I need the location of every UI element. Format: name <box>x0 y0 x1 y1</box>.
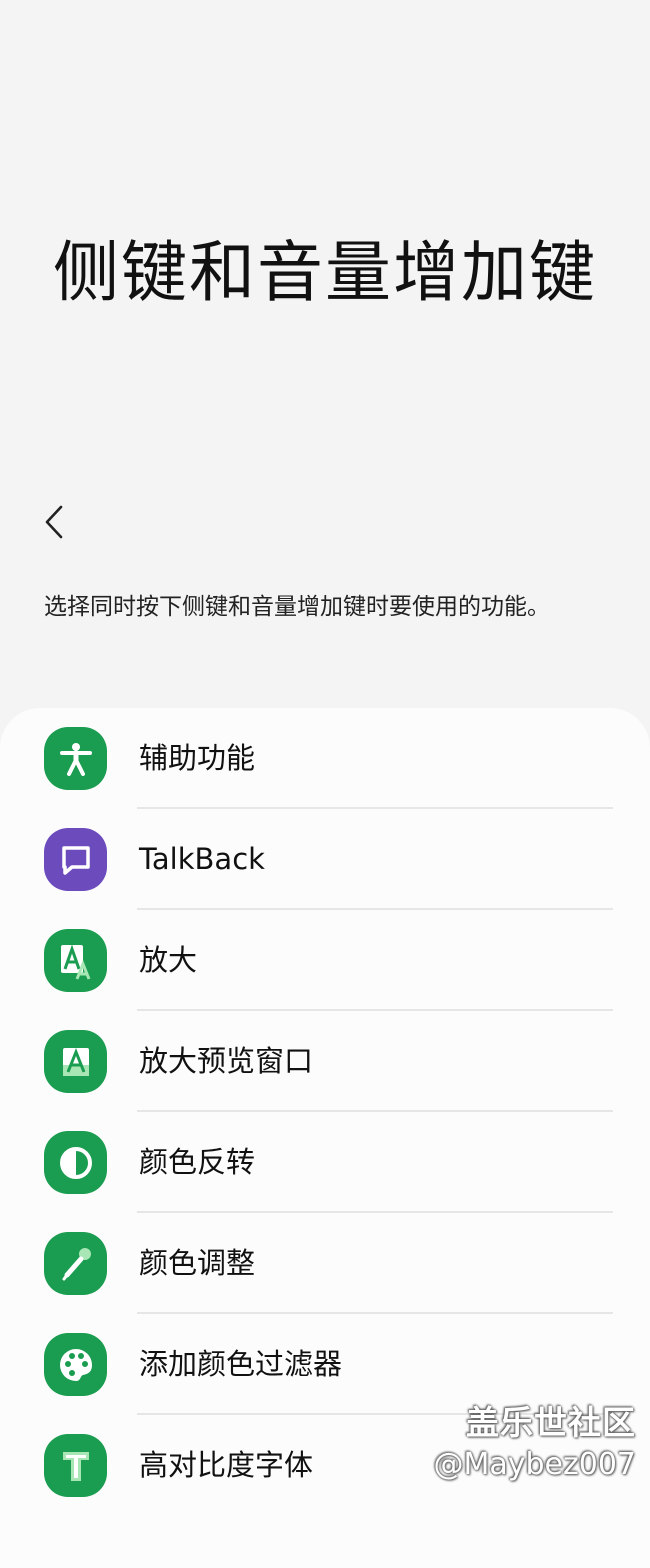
list-item-talkback[interactable]: TalkBack <box>0 809 650 910</box>
list-item-color-inversion[interactable]: 颜色反转 <box>0 1112 650 1213</box>
list-item-label: 颜色调整 <box>139 1246 256 1280</box>
eyedropper-icon <box>44 1232 107 1295</box>
letter-t-icon <box>44 1434 107 1497</box>
list-item-magnifier-window[interactable]: 放大预览窗口 <box>0 1011 650 1112</box>
list-item-label: TalkBack <box>139 842 265 876</box>
speech-bubble-icon <box>44 828 107 891</box>
list-item-label: 添加颜色过滤器 <box>139 1347 343 1381</box>
color-inversion-icon <box>44 1131 107 1194</box>
description-text: 选择同时按下侧键和音量增加键时要使用的功能。 <box>44 594 550 620</box>
list-item-label: 放大 <box>139 943 198 977</box>
page-title: 侧键和音量增加键 <box>53 234 597 311</box>
list-item-label: 放大预览窗口 <box>139 1044 314 1078</box>
magnify-letter-a-icon <box>44 929 107 992</box>
list-item-magnify[interactable]: 放大 <box>0 910 650 1011</box>
list-item-label: 颜色反转 <box>139 1145 256 1179</box>
watermark-logo: 盖乐世社区 <box>466 1403 636 1442</box>
watermark-user: @Maybez007 <box>433 1447 636 1482</box>
list-item-label: 辅助功能 <box>139 741 256 775</box>
accessibility-person-icon <box>44 727 107 790</box>
back-button[interactable] <box>26 492 86 552</box>
list-item-accessibility[interactable]: 辅助功能 <box>0 708 650 809</box>
palette-icon <box>44 1333 107 1396</box>
magnifier-window-letter-a-icon <box>44 1030 107 1093</box>
list-item-label: 高对比度字体 <box>139 1448 314 1482</box>
list-item-color-adjustment[interactable]: 颜色调整 <box>0 1213 650 1314</box>
chevron-left-icon <box>45 505 63 539</box>
